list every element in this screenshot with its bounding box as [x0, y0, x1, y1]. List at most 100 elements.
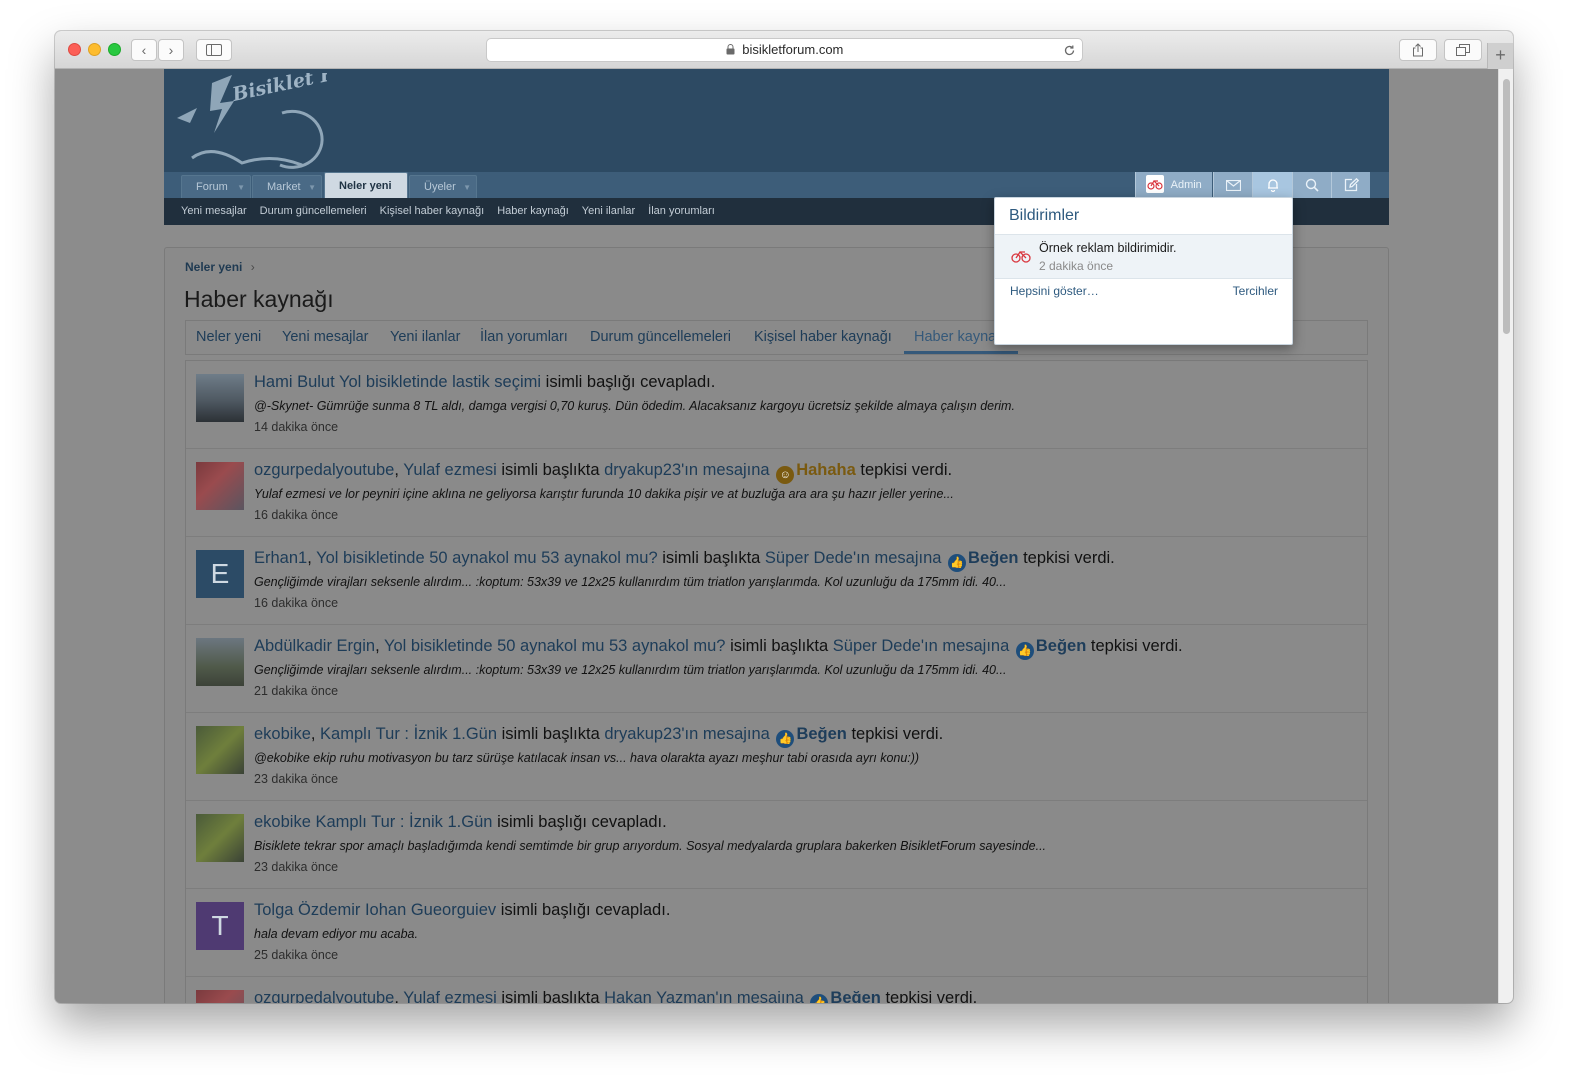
notification-text: Örnek reklam bildirimidir.	[1039, 241, 1177, 255]
nav-tab-forum[interactable]: Forum ▼	[181, 175, 251, 198]
share-button[interactable]	[1399, 39, 1437, 61]
subnav-status-updates[interactable]: Durum güncellemeleri	[260, 205, 367, 217]
user-link[interactable]: ozgurpedalyoutube	[254, 461, 394, 479]
new-post-button[interactable]	[1331, 172, 1370, 198]
feed-time[interactable]: 25 dakika önce	[254, 948, 338, 962]
feed-snippet[interactable]: Gençliğimde virajları seksenle alırdım..…	[254, 663, 1006, 677]
reload-icon[interactable]	[1063, 44, 1076, 57]
nav-tab-market[interactable]: Market ▼	[252, 175, 322, 198]
tab-status-updates[interactable]: Durum güncellemeleri	[590, 321, 731, 354]
share-icon	[1413, 43, 1423, 57]
tab-whats-new[interactable]: Neler yeni	[196, 321, 261, 354]
account-button[interactable]: Admin	[1135, 172, 1212, 198]
user-link[interactable]: Erhan1	[254, 549, 307, 567]
search-button[interactable]	[1292, 172, 1331, 198]
sidebar-toggle-button[interactable]	[196, 39, 232, 61]
feed-snippet[interactable]: @-Skynet- Gümrüğe sunma 8 TL aldı, damga…	[254, 399, 1015, 413]
reaction-label: Beğen	[796, 725, 847, 743]
show-all-link[interactable]: Hepsini göster…	[1010, 284, 1099, 298]
post-link[interactable]: Hakan Yazman'ın mesajına	[604, 989, 804, 1003]
thread-link[interactable]: Iohan Gueorguiev	[365, 901, 496, 919]
avatar[interactable]: E	[196, 550, 244, 598]
feed-time[interactable]: 16 dakika önce	[254, 508, 338, 522]
vertical-scrollbar[interactable]	[1498, 69, 1513, 1003]
thread-link[interactable]: Kamplı Tur : İznik 1.Gün	[320, 725, 497, 743]
alerts-button[interactable]	[1252, 172, 1292, 198]
close-window-button[interactable]	[68, 43, 81, 56]
nav-tab-members[interactable]: Üyeler ▼	[409, 175, 477, 198]
notification-item[interactable]: Örnek reklam bildirimidir. 2 dakika önce	[995, 235, 1292, 279]
avatar[interactable]	[196, 638, 244, 686]
tab-new-posts[interactable]: Yeni mesajlar	[282, 321, 369, 354]
back-button[interactable]: ‹	[131, 39, 157, 61]
avatar[interactable]: T	[196, 902, 244, 950]
preferences-link[interactable]: Tercihler	[1233, 284, 1278, 298]
tab-listing-comments[interactable]: İlan yorumları	[480, 321, 568, 354]
post-link[interactable]: Süper Dede'ın mesajına	[765, 549, 942, 567]
reaction-label: Beğen	[830, 989, 881, 1003]
avatar[interactable]	[196, 374, 244, 422]
reaction-label: Hahaha	[796, 461, 856, 479]
maximize-window-button[interactable]	[108, 43, 121, 56]
thread-link[interactable]: Yol bisikletinde 50 aynakol mu 53 aynako…	[384, 637, 726, 655]
feed-snippet[interactable]: @ekobike ekip ruhu motivasyon bu tarz sü…	[254, 751, 919, 765]
user-link[interactable]: ekobike	[254, 813, 311, 831]
thumbs-up-icon: 👍	[1015, 642, 1034, 660]
post-link[interactable]: dryakup23'ın mesajına	[604, 725, 770, 743]
subnav-personal-feed[interactable]: Kişisel haber kaynağı	[380, 205, 485, 217]
new-tab-button[interactable]: +	[1487, 43, 1513, 69]
feed-snippet[interactable]: Gençliğimde virajları seksenle alırdım..…	[254, 575, 1006, 589]
tabs-overview-button[interactable]	[1444, 39, 1482, 61]
minimize-window-button[interactable]	[88, 43, 101, 56]
envelope-icon	[1225, 179, 1241, 192]
site-banner: Bisiklet Forum	[164, 69, 1389, 172]
post-link[interactable]: Süper Dede'ın mesajına	[833, 637, 1010, 655]
subnav-listing-comments[interactable]: İlan yorumları	[648, 205, 715, 217]
subnav-news-feed[interactable]: Haber kaynağı	[497, 205, 569, 217]
page-title: Haber kaynağı	[184, 286, 334, 312]
user-link[interactable]: Abdülkadir Ergin	[254, 637, 375, 655]
nav-tab-label: Üyeler	[424, 181, 456, 193]
feed-time[interactable]: 23 dakika önce	[254, 860, 338, 874]
scrollbar-thumb[interactable]	[1503, 79, 1510, 334]
thread-link[interactable]: Kamplı Tur : İznik 1.Gün	[315, 813, 492, 831]
site-logo[interactable]: Bisiklet Forum	[172, 73, 327, 169]
user-link[interactable]: Hami Bulut	[254, 373, 335, 391]
feed-time[interactable]: 21 dakika önce	[254, 684, 338, 698]
sidebar-icon	[206, 44, 222, 56]
breadcrumb[interactable]: Neler yeni ›	[185, 260, 255, 274]
subnav-new-posts[interactable]: Yeni mesajlar	[181, 205, 247, 217]
tab-personal-feed[interactable]: Kişisel haber kaynağı	[754, 321, 892, 354]
feed-time[interactable]: 16 dakika önce	[254, 596, 338, 610]
thumbs-up-icon: 👍	[776, 730, 795, 748]
tab-new-listings[interactable]: Yeni ilanlar	[390, 321, 460, 354]
address-bar[interactable]: bisikletforum.com	[486, 38, 1083, 62]
feed-snippet[interactable]: Yulaf ezmesi ve lor peyniri içine aklına…	[254, 487, 954, 501]
avatar[interactable]	[196, 814, 244, 862]
thread-link[interactable]: Yol bisikletinde lastik seçimi	[339, 373, 541, 391]
tabs-icon	[1456, 44, 1470, 56]
list-item: ekobike Kamplı Tur : İznik 1.Gün isimli …	[186, 801, 1367, 889]
list-item: ekobike, Kamplı Tur : İznik 1.Gün isimli…	[186, 713, 1367, 801]
feed-snippet[interactable]: Bisiklete tekrar spor amaçlı başladığımd…	[254, 839, 1046, 853]
list-item: ozgurpedalyoutube, Yulaf ezmesi isimli b…	[186, 977, 1367, 1003]
subnav-new-listings[interactable]: Yeni ilanlar	[582, 205, 635, 217]
feed-time[interactable]: 14 dakika önce	[254, 420, 338, 434]
feed-time[interactable]: 23 dakika önce	[254, 772, 338, 786]
avatar[interactable]	[196, 726, 244, 774]
thread-link[interactable]: Yulaf ezmesi	[403, 989, 497, 1003]
nav-tab-whats-new[interactable]: Neler yeni	[324, 172, 408, 198]
feed-headline: Abdülkadir Ergin, Yol bisikletinde 50 ay…	[254, 637, 1183, 660]
feed-snippet[interactable]: hala devam ediyor mu acaba.	[254, 927, 418, 941]
headline-text: isimli başlıkta	[501, 989, 600, 1003]
avatar[interactable]	[196, 990, 244, 1003]
inbox-button[interactable]	[1213, 172, 1252, 198]
user-link[interactable]: Tolga Özdemir	[254, 901, 360, 919]
thread-link[interactable]: Yulaf ezmesi	[403, 461, 497, 479]
user-link[interactable]: ozgurpedalyoutube	[254, 989, 394, 1003]
thread-link[interactable]: Yol bisikletinde 50 aynakol mu 53 aynako…	[316, 549, 658, 567]
avatar[interactable]	[196, 462, 244, 510]
post-link[interactable]: dryakup23'ın mesajına	[604, 461, 770, 479]
forward-button[interactable]: ›	[158, 39, 184, 61]
user-link[interactable]: ekobike	[254, 725, 311, 743]
